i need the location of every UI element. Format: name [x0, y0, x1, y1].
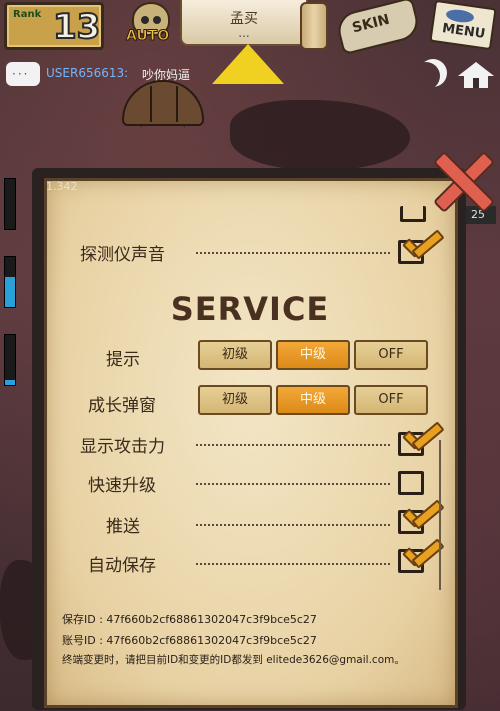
home-icon[interactable] — [458, 62, 494, 90]
checkmark-icon — [401, 425, 439, 455]
checkmark-icon — [401, 503, 439, 533]
dotted-leader — [196, 444, 390, 446]
version-label: 1.342 — [46, 180, 78, 193]
skin-button[interactable]: SKIN — [332, 0, 424, 56]
detector-sound-label: 探测仪声音 — [80, 245, 165, 265]
hint-option-mid[interactable]: 中级 — [276, 340, 350, 370]
autosave-label: 自动保存 — [88, 556, 156, 576]
account-id: 账号ID : 47f660b2cf68861302047c3f9bce5c27 — [62, 634, 317, 647]
hint-option-basic[interactable]: 初级 — [198, 340, 272, 370]
close-icon[interactable] — [428, 148, 494, 208]
dotted-leader — [196, 483, 390, 485]
moon-icon[interactable] — [412, 62, 440, 90]
hint-label: 提示 — [106, 350, 140, 370]
buy-tab-label: 孟买 — [230, 11, 258, 27]
buy-tab-dots: ... — [238, 26, 250, 40]
rank-label: Rank — [13, 9, 42, 20]
save-id: 保存ID : 47f660b2cf68861302047c3f9bce5c27 — [62, 613, 317, 626]
panel-scrollbar[interactable] — [439, 440, 441, 590]
arrow-up-icon[interactable] — [212, 44, 284, 84]
side-bar — [4, 178, 16, 230]
dotted-leader — [196, 563, 390, 565]
hint-option-off[interactable]: OFF — [354, 340, 428, 370]
show-attack-label: 显示攻击力 — [80, 437, 165, 457]
fast-upgrade-checkbox[interactable] — [398, 471, 424, 495]
growth-option-off[interactable]: OFF — [354, 385, 428, 415]
push-label: 推送 — [106, 517, 140, 537]
show-attack-checkbox[interactable] — [398, 432, 424, 456]
rank-display: Rank 13 — [4, 2, 104, 50]
autosave-checkbox[interactable] — [398, 549, 424, 573]
auto-button[interactable]: AUTO — [120, 0, 182, 50]
footer-note: 终端变更时，请把目前ID和变更的ID都发到 elitede3626@gmail.… — [62, 654, 405, 666]
scroll-icon[interactable] — [300, 2, 328, 50]
partial-checkbox[interactable] — [400, 206, 426, 222]
growth-option-mid[interactable]: 中级 — [276, 385, 350, 415]
chat-icon[interactable]: ··· — [6, 62, 40, 86]
side-bar-fill — [5, 380, 15, 385]
checkmark-icon — [401, 233, 439, 263]
detector-sound-checkbox[interactable] — [398, 240, 424, 264]
growth-option-basic[interactable]: 初级 — [198, 385, 272, 415]
service-title: SERVICE — [170, 290, 330, 328]
growth-popup-label: 成长弹窗 — [88, 396, 156, 416]
rank-value: 13 — [52, 6, 101, 48]
parachute-icon — [120, 80, 206, 166]
buy-tab[interactable]: 孟买 ... — [180, 0, 308, 46]
auto-label: AUTO — [125, 28, 170, 45]
side-bar — [4, 334, 16, 386]
push-checkbox[interactable] — [398, 510, 424, 534]
dotted-leader — [196, 524, 390, 526]
checkmark-icon — [401, 542, 439, 572]
chat-username: USER656613: — [46, 66, 129, 80]
dotted-leader — [196, 252, 390, 254]
menu-button[interactable]: MENU — [428, 0, 498, 52]
fast-upgrade-label: 快速升级 — [88, 476, 156, 496]
